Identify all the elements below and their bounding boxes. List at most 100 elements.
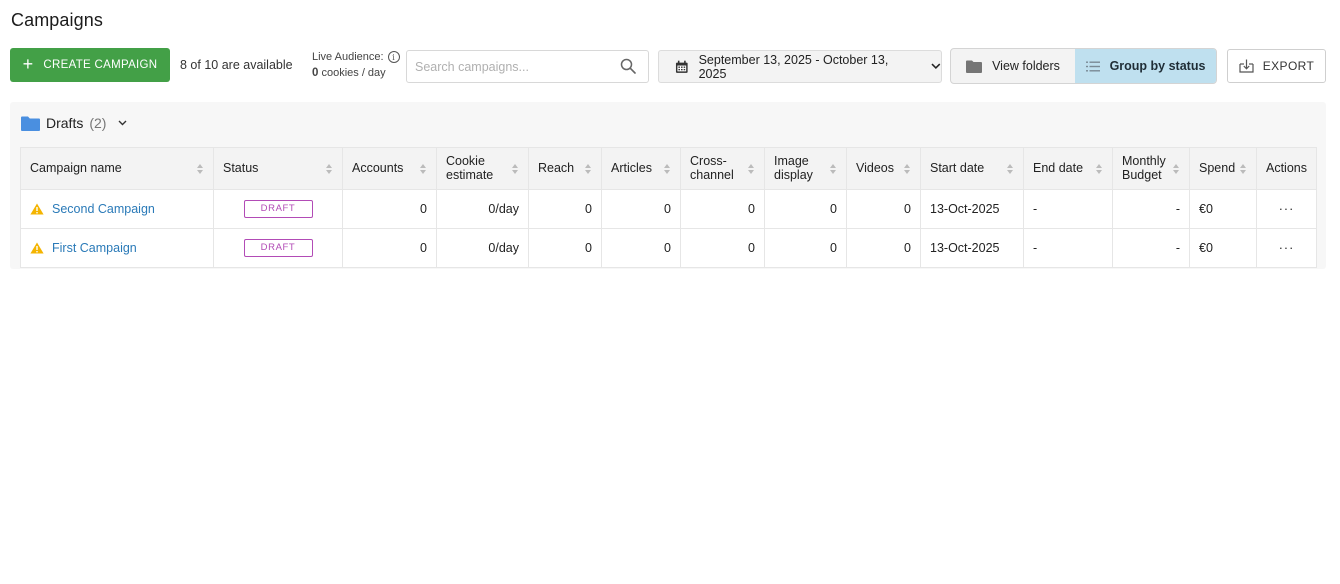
calendar-icon — [675, 60, 688, 73]
status-cell: DRAFT — [213, 228, 343, 268]
plus-icon: + — [22, 54, 34, 74]
sort-icon — [512, 163, 518, 174]
column-label: Articles — [611, 160, 652, 175]
col-cookie-estimate[interactable]: Cookie estimate — [436, 147, 529, 190]
available-count: 8 of 10 are available — [180, 58, 293, 72]
col-cross-channel[interactable]: Cross-channel — [680, 147, 765, 190]
col-status[interactable]: Status — [213, 147, 343, 190]
more-horizontal-icon[interactable]: ··· — [1256, 189, 1317, 229]
campaign-link[interactable]: Second Campaign — [52, 202, 155, 216]
drafts-group: Drafts (2) Campaign name Status Accounts… — [10, 102, 1326, 269]
table-row: Second Campaign DRAFT 0 0/day 0 0 0 0 0 … — [20, 189, 1317, 229]
col-end-date[interactable]: End date — [1023, 147, 1113, 190]
campaign-link[interactable]: First Campaign — [52, 241, 137, 255]
sort-icon — [585, 163, 591, 174]
cross-channel-cell: 0 — [680, 189, 765, 229]
search-box — [406, 50, 649, 83]
sort-icon — [197, 163, 203, 174]
search-icon[interactable] — [620, 58, 636, 74]
col-reach[interactable]: Reach — [528, 147, 602, 190]
end-date-cell: - — [1023, 189, 1113, 229]
info-icon[interactable]: i — [387, 51, 400, 63]
view-folders-label: View folders — [992, 59, 1060, 73]
column-label: End date — [1033, 160, 1084, 175]
group-count: (2) — [89, 115, 107, 131]
group-by-status-button[interactable]: Group by status — [1075, 49, 1216, 83]
date-range-picker[interactable]: September 13, 2025 - October 13, 2025 — [658, 50, 942, 83]
column-label: Spend — [1199, 160, 1236, 175]
warning-icon — [30, 242, 44, 254]
table-row: First Campaign DRAFT 0 0/day 0 0 0 0 0 1… — [20, 228, 1317, 268]
page-title: Campaigns — [11, 10, 103, 30]
column-label: Cross- — [690, 154, 727, 169]
column-label: Start date — [930, 160, 985, 175]
status-badge: DRAFT — [243, 239, 313, 257]
column-label: Videos — [856, 160, 894, 175]
create-campaign-label: CREATE CAMPAIGN — [43, 59, 158, 71]
image-display-cell: 0 — [764, 228, 847, 268]
column-label: Accounts — [352, 160, 404, 175]
sort-icon — [1096, 163, 1102, 174]
folder-icon — [21, 116, 40, 131]
videos-cell: 0 — [846, 228, 921, 268]
export-label: EXPORT — [1262, 59, 1315, 73]
col-campaign-name[interactable]: Campaign name — [20, 147, 214, 190]
column-label-line2: estimate — [446, 167, 494, 182]
sort-icon — [1007, 163, 1013, 174]
accounts-cell: 0 — [342, 228, 437, 268]
sort-icon — [904, 163, 910, 174]
more-horizontal-icon[interactable]: ··· — [1256, 228, 1317, 268]
status-cell: DRAFT — [213, 189, 343, 229]
view-folders-button[interactable]: View folders — [951, 49, 1075, 83]
sort-icon — [326, 163, 332, 174]
live-audience-value: 0 — [312, 67, 319, 79]
articles-cell: 0 — [601, 189, 681, 229]
column-label-line2: display — [774, 167, 813, 182]
start-date-cell: 13-Oct-2025 — [920, 228, 1024, 268]
monthly-budget-cell: - — [1112, 189, 1190, 229]
cross-channel-cell: 0 — [680, 228, 765, 268]
image-display-cell: 0 — [764, 189, 847, 229]
search-input[interactable] — [407, 51, 607, 82]
col-start-date[interactable]: Start date — [920, 147, 1024, 190]
sort-icon — [420, 163, 426, 174]
col-monthly-budget[interactable]: Monthly Budget — [1112, 147, 1190, 190]
start-date-cell: 13-Oct-2025 — [920, 189, 1024, 229]
campaign-name-cell: First Campaign — [20, 228, 214, 268]
sort-icon — [1240, 163, 1247, 174]
column-label: Actions — [1266, 160, 1307, 175]
sort-icon — [830, 163, 836, 174]
column-label: Status — [223, 160, 259, 175]
view-toggle: View folders Group by status — [950, 48, 1217, 84]
warning-icon — [30, 203, 44, 215]
reach-cell: 0 — [528, 189, 602, 229]
sort-icon — [748, 163, 754, 174]
end-date-cell: - — [1023, 228, 1113, 268]
cookie-estimate-cell: 0/day — [436, 228, 529, 268]
status-badge: DRAFT — [243, 200, 313, 218]
reach-cell: 0 — [528, 228, 602, 268]
sort-icon — [1173, 163, 1179, 174]
col-articles[interactable]: Articles — [601, 147, 681, 190]
list-icon — [1085, 61, 1100, 71]
drafts-group-toggle[interactable]: Drafts (2) — [21, 115, 127, 131]
column-label-line2: channel — [690, 167, 734, 182]
col-image-display[interactable]: Image display — [764, 147, 847, 190]
col-spend[interactable]: Spend — [1189, 147, 1257, 190]
date-range-label: September 13, 2025 - October 13, 2025 — [698, 52, 889, 81]
create-campaign-button[interactable]: + CREATE CAMPAIGN — [10, 48, 170, 82]
spend-cell: €0 — [1189, 228, 1257, 268]
col-accounts[interactable]: Accounts — [342, 147, 437, 190]
column-label: Monthly — [1122, 154, 1166, 169]
table-header-row: Campaign name Status Accounts Cookie esti… — [20, 147, 1317, 190]
campaigns-table: Campaign name Status Accounts Cookie esti… — [20, 147, 1317, 268]
download-icon — [1239, 59, 1254, 73]
export-button[interactable]: EXPORT — [1227, 49, 1326, 83]
column-label: Campaign name — [30, 160, 122, 175]
group-name: Drafts — [46, 115, 84, 131]
monthly-budget-cell: - — [1112, 228, 1190, 268]
videos-cell: 0 — [846, 189, 921, 229]
column-label-line2: Budget — [1122, 167, 1162, 182]
col-videos[interactable]: Videos — [846, 147, 921, 190]
column-label: Reach — [538, 160, 575, 175]
